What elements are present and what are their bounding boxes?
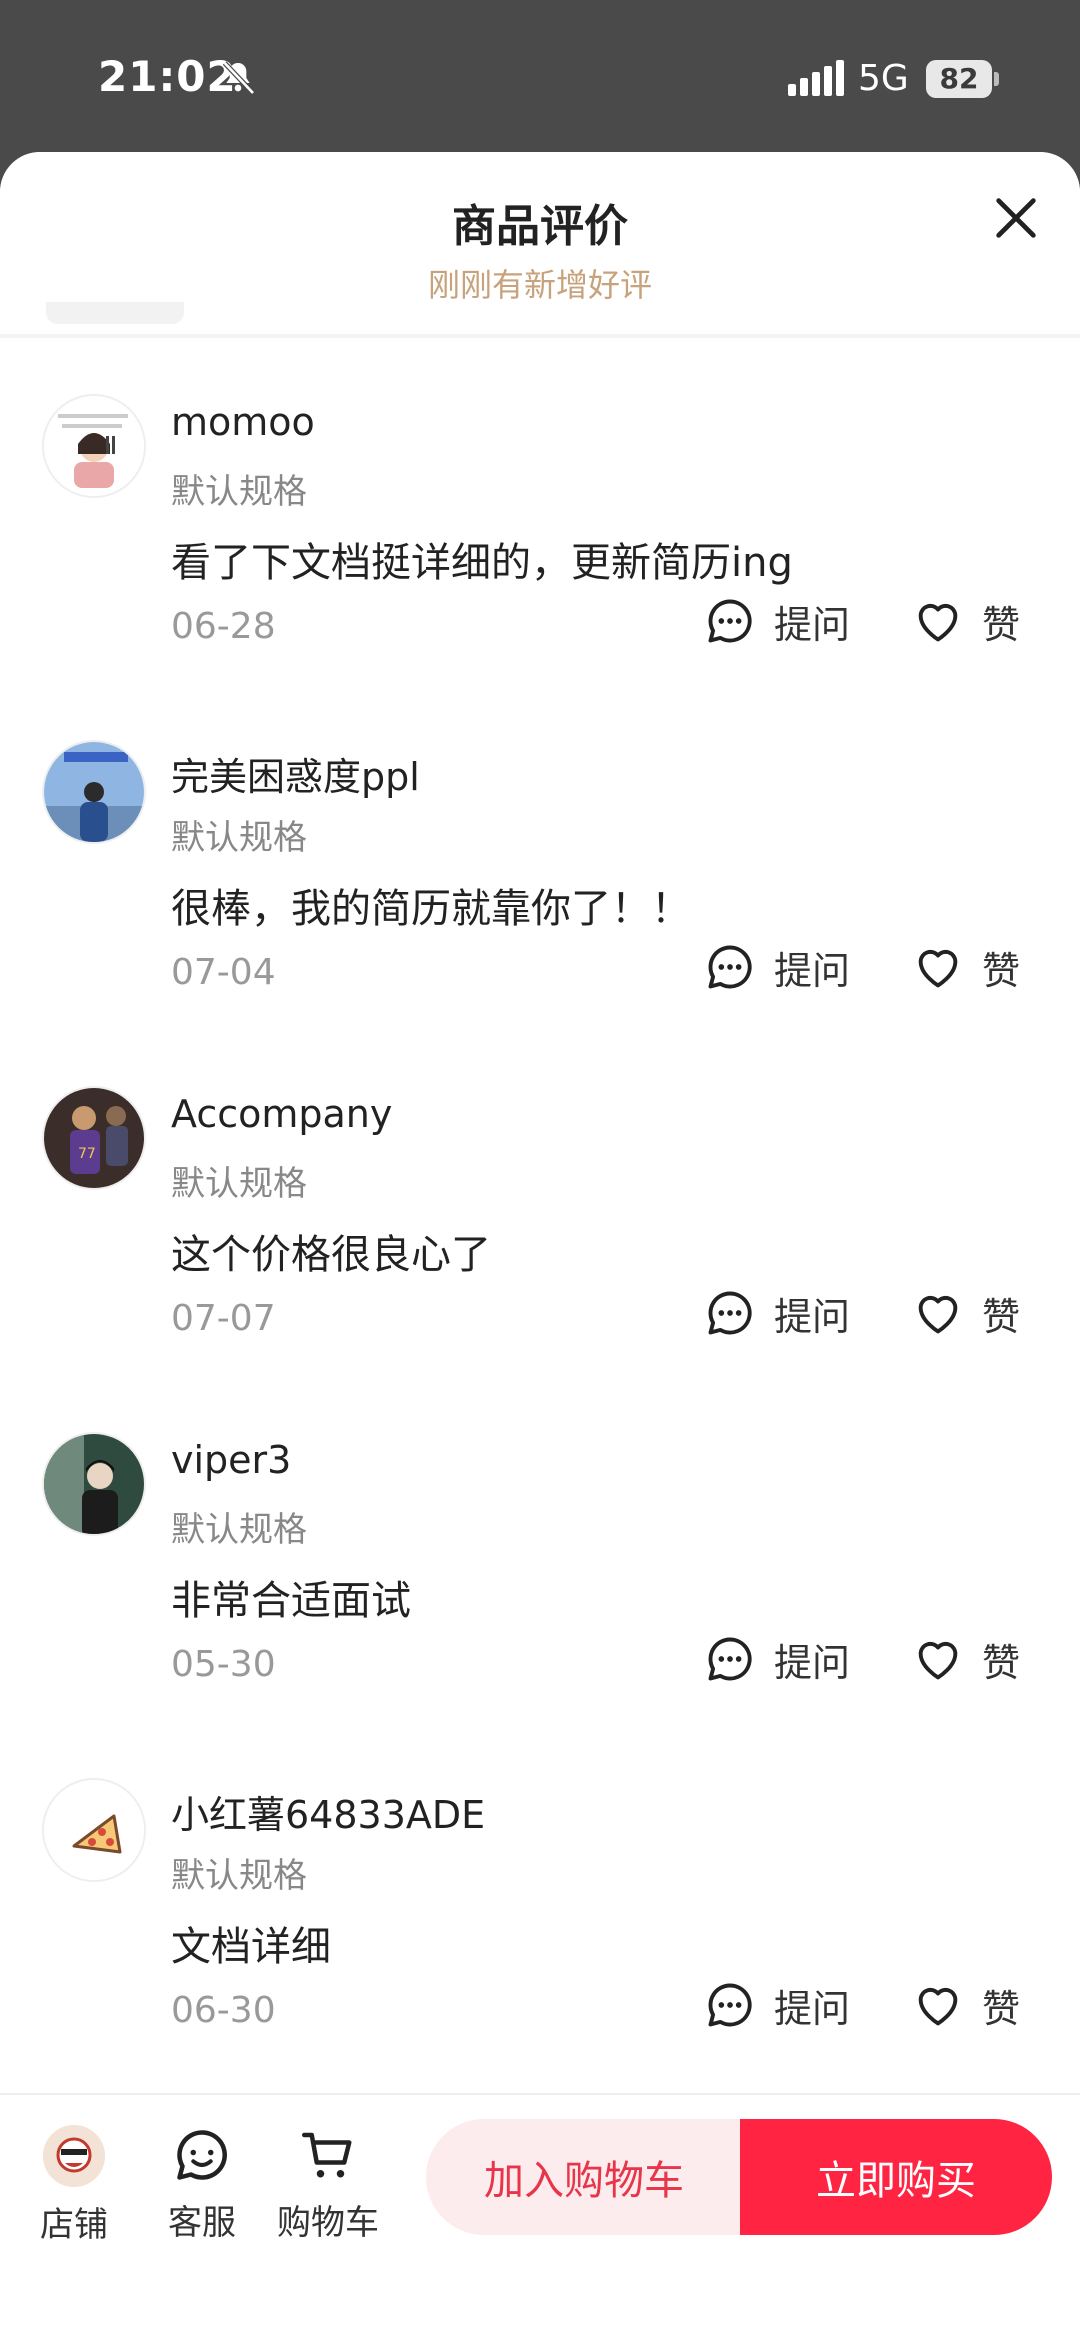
bottom-action-bar: 店铺 客服 购物车 加入购物车 立即购买 [0,2093,1080,2339]
review-content: 很棒，我的简历就靠你了！！ [171,886,691,932]
service-label: 客服 [168,2203,236,2243]
review-content: 文档详细 [171,1924,331,1970]
heart-icon [918,1641,958,1680]
heart-icon [918,1295,958,1334]
review-date: 06-28 [171,606,276,647]
avatar[interactable] [42,394,146,498]
store-logo-icon [43,2125,105,2187]
like-label: 赞 [982,602,1021,647]
battery-level: 82 [926,60,992,98]
ask-button[interactable]: 提问 [704,1282,850,1344]
cart-icon [302,2132,352,2178]
svg-text:77: 77 [78,1146,96,1162]
review-content: 非常合适面试 [171,1578,411,1624]
close-button[interactable] [990,192,1042,244]
review-date: 05-30 [171,1644,276,1685]
spec-label: 默认规格 [171,1510,307,1550]
review-content: 看了下文档挺详细的，更新简历ing [171,540,793,586]
chat-service-icon [177,2130,227,2180]
filter-chip[interactable] [46,302,184,324]
chat-bubble-icon [708,945,752,989]
username[interactable]: momoo [171,400,315,444]
ask-label: 提问 [774,1294,851,1339]
chat-bubble-icon [708,1983,752,2027]
ask-button[interactable]: 提问 [704,590,850,652]
battery-icon: 82 [926,60,1000,98]
ask-label: 提问 [774,1640,851,1685]
heart-icon [918,603,958,642]
network-label: 5G [858,58,909,99]
spec-label: 默认规格 [171,472,307,512]
chat-bubble-icon [708,1291,752,1335]
ask-label: 提问 [774,1986,851,2031]
like-label: 赞 [982,1986,1021,2031]
review-content: 这个价格很良心了 [171,1232,491,1278]
add-to-cart-button[interactable]: 加入购物车 [426,2119,742,2235]
buy-now-button[interactable]: 立即购买 [740,2119,1052,2235]
avatar[interactable] [42,740,146,844]
like-button[interactable]: 赞 [912,1974,1020,2036]
ask-button[interactable]: 提问 [704,936,850,998]
review-item: viper3 默认规格 非常合适面试 05-30 提问 赞 [0,1432,1080,1778]
customer-service-button[interactable]: 客服 [142,2125,262,2244]
reviews-sheet: 商品评价 刚刚有新增好评 momoo 默认规格 看了下文档挺详细的，更新简历in… [0,152,1080,2339]
like-label: 赞 [982,1640,1021,1685]
new-review-notice: 刚刚有新增好评 [427,266,652,304]
spec-label: 默认规格 [171,818,307,858]
review-date: 07-07 [171,1298,276,1339]
ask-label: 提问 [774,948,851,993]
review-item: 完美困惑度ppl 默认规格 很棒，我的简历就靠你了！！ 07-04 提问 赞 [0,740,1080,1086]
spec-label: 默认规格 [171,1164,307,1204]
avatar[interactable] [42,1778,146,1882]
review-date: 06-30 [171,1990,276,2031]
page-title: 商品评价 [452,201,628,252]
review-item: 小红薯64833ADE 默认规格 文档详细 06-30 提问 赞 [0,1778,1080,2124]
like-button[interactable]: 赞 [912,1628,1020,1690]
like-button[interactable]: 赞 [912,1282,1020,1344]
divider [0,334,1080,338]
username[interactable]: Accompany [171,1092,392,1136]
review-item: momoo 默认规格 看了下文档挺详细的，更新简历ing 06-28 提问 赞 [0,394,1080,740]
store-label: 店铺 [40,2205,108,2245]
avatar[interactable]: 77 [42,1086,146,1190]
bell-muted-icon [222,61,255,95]
review-date: 07-04 [171,952,276,993]
cart-label: 购物车 [277,2203,379,2243]
username[interactable]: 完美困惑度ppl [171,746,420,801]
spec-label: 默认规格 [171,1856,307,1896]
status-bar: 21:02 5G 82 [0,0,1080,152]
status-time: 21:02 [98,52,237,101]
heart-icon [918,949,958,988]
store-button[interactable]: 店铺 [14,2125,134,2246]
like-label: 赞 [982,1294,1021,1339]
sheet-header: 商品评价 刚刚有新增好评 [0,152,1080,327]
username[interactable]: 小红薯64833ADE [171,1784,485,1839]
heart-icon [918,1987,958,2026]
review-item: 77 Accompany 默认规格 这个价格很良心了 07-07 提问 赞 [0,1086,1080,1432]
close-icon [996,198,1036,238]
avatar[interactable] [42,1432,146,1536]
like-label: 赞 [982,948,1021,993]
ask-label: 提问 [774,602,851,647]
username[interactable]: viper3 [171,1438,291,1482]
chat-bubble-icon [708,599,752,643]
like-button[interactable]: 赞 [912,936,1020,998]
shopping-cart-button[interactable]: 购物车 [268,2125,388,2244]
ask-button[interactable]: 提问 [704,1628,850,1690]
chat-bubble-icon [708,1637,752,1681]
ask-button[interactable]: 提问 [704,1974,850,2036]
like-button[interactable]: 赞 [912,590,1020,652]
signal-icon [788,60,844,96]
